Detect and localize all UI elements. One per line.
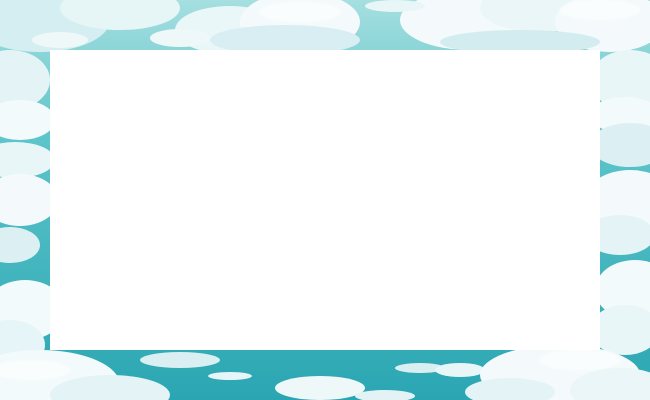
blank-content-panel bbox=[50, 50, 600, 350]
cloud-frame-background bbox=[0, 0, 650, 400]
